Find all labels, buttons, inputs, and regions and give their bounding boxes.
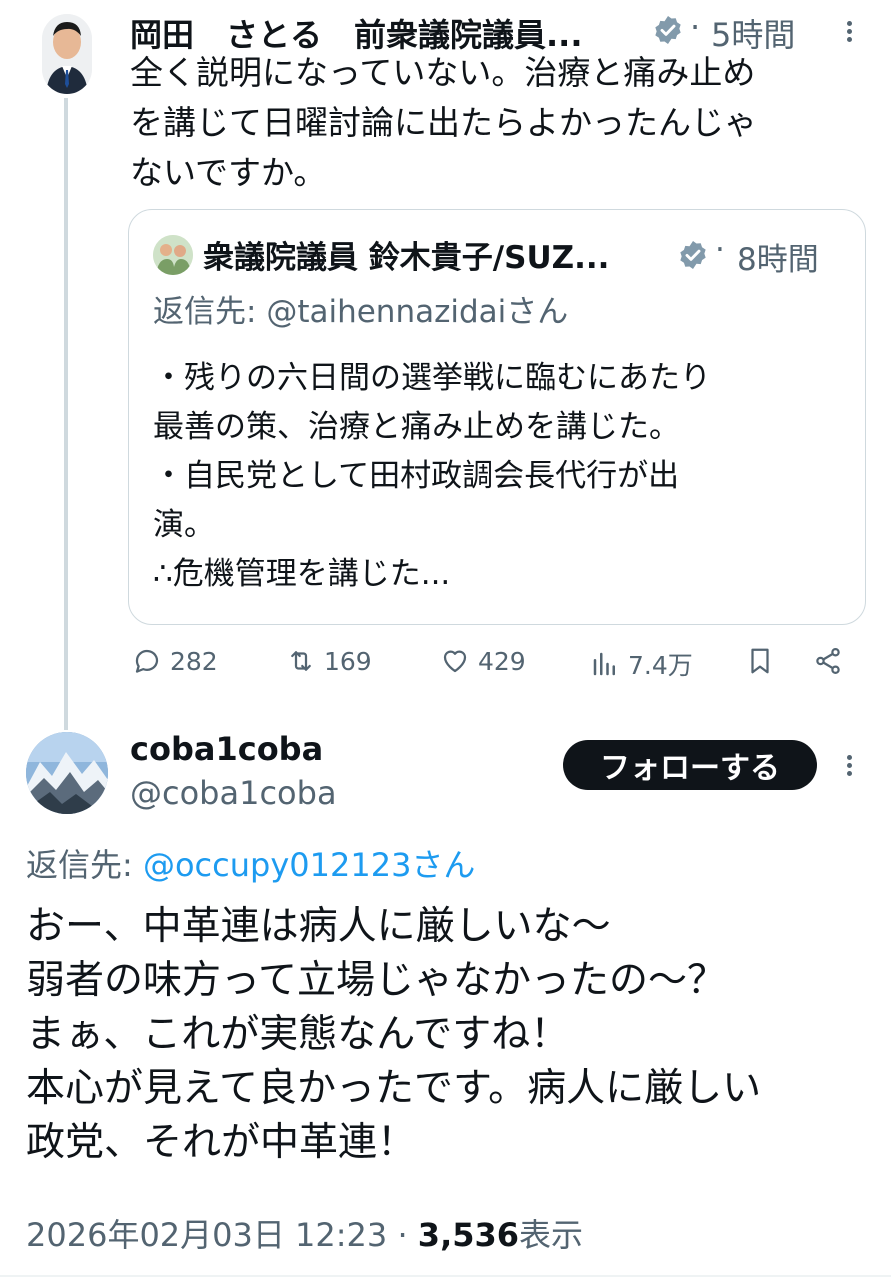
separator-dot: ·: [715, 232, 725, 268]
more-options-icon[interactable]: [845, 18, 853, 45]
thread-connector-line: [64, 98, 68, 730]
verified-badge-icon: [655, 16, 681, 44]
reply-to-line: 返信先: @occupy012123さん: [26, 840, 475, 886]
avatar[interactable]: [26, 732, 108, 814]
retweet-button[interactable]: 169: [286, 646, 372, 676]
tweet-line: まぁ、これが実態なんですね！: [26, 1012, 570, 1057]
reply-button[interactable]: 282: [132, 646, 218, 676]
views-count: 3,536: [417, 1216, 520, 1254]
group-photo-icon: [153, 235, 193, 275]
quote-post-time: 8時間: [737, 242, 819, 278]
tweet-line: おー、中革連は病人に厳しいな〜: [26, 904, 611, 949]
author-name[interactable]: coba1coba: [130, 730, 323, 768]
quote-reply-line: 返信先: @taihennazidaiさん: [153, 286, 568, 331]
follow-button[interactable]: フォローする: [563, 740, 817, 790]
author-handle[interactable]: @coba1coba: [130, 774, 337, 812]
separator-dot: ·: [387, 1216, 418, 1254]
share-button[interactable]: [813, 646, 843, 676]
quote-avatar: [153, 235, 193, 275]
quote-body: ・残りの六日間の選挙戦に臨むにあたり 最善の策、治療と痛み止めを講じた。 ・自民…: [153, 354, 853, 599]
quote-line: 最善の策、治療と痛み止めを講じた。: [153, 409, 680, 445]
like-count: 429: [478, 646, 526, 676]
like-button[interactable]: 429: [440, 646, 526, 676]
bookmark-icon: [751, 648, 769, 674]
quote-line: ・残りの六日間の選挙戦に臨むにあたり: [153, 360, 711, 396]
views-button[interactable]: 7.4万: [590, 646, 693, 682]
more-options-icon[interactable]: [845, 752, 853, 779]
tweet-line: 政党、それが中革連！: [26, 1120, 417, 1165]
tweet-meta: 2026年02月03日 12:23 · 3,536表示: [26, 1210, 583, 1256]
tweet-line: 弱者の味方って立場じゃなかったの〜？: [26, 958, 727, 1003]
views-label: 表示: [519, 1216, 584, 1254]
tweet-line: 全く説明になっていない。治療と痛み止め: [130, 53, 756, 92]
reply-to-label: 返信先:: [26, 846, 143, 884]
analytics-icon: [593, 652, 615, 676]
reply-to-suffix: さん: [506, 294, 569, 330]
verified-badge-icon: [680, 241, 706, 269]
tweet-body: おー、中革連は病人に厳しいな〜 弱者の味方って立場じゃなかったの〜？ まぁ、これ…: [26, 900, 856, 1170]
mountain-landscape-icon: [26, 732, 108, 814]
reply-to-label: 返信先:: [153, 294, 267, 330]
quote-line: 演。: [153, 507, 215, 543]
quote-line: ∴危機管理を講じた...: [153, 556, 451, 592]
reply-icon: [135, 649, 159, 673]
heart-icon: [443, 650, 467, 673]
retweet-count: 169: [324, 646, 372, 676]
tweet-line: 本心が見えて良かったです。病人に厳しい: [26, 1066, 762, 1111]
separator-dot: ·: [690, 8, 701, 46]
reply-to-handle[interactable]: @occupy012123さん: [143, 846, 475, 884]
tweet-body: 全く説明になっていない。治療と痛み止め を講じて日曜討論に出たらよかったんじゃ …: [130, 48, 757, 198]
tweet-line: を講じて日曜討論に出たらよかったんじゃ: [130, 103, 757, 142]
tweet-line: ないですか。: [130, 153, 327, 192]
person-avatar-icon: [42, 14, 92, 94]
avatar[interactable]: [42, 14, 92, 94]
bookmark-button[interactable]: [745, 646, 775, 676]
quoted-tweet-card[interactable]: 衆議院議員 鈴木貴子/SUZ... · 8時間 返信先: @taihennazi…: [128, 209, 866, 625]
quote-author-name: 衆議院議員 鈴木貴子/SUZ...: [203, 240, 610, 276]
retweet-icon: [291, 651, 311, 671]
quote-line: ・自民党として田村政調会長代行が出: [153, 458, 680, 494]
views-count: 7.4万: [628, 651, 693, 680]
share-icon: [816, 648, 840, 674]
reply-count: 282: [170, 646, 218, 676]
divider: [0, 1275, 891, 1277]
reply-to-handle: @taihennazidai: [266, 294, 507, 330]
post-timestamp[interactable]: 2026年02月03日 12:23: [26, 1216, 387, 1254]
